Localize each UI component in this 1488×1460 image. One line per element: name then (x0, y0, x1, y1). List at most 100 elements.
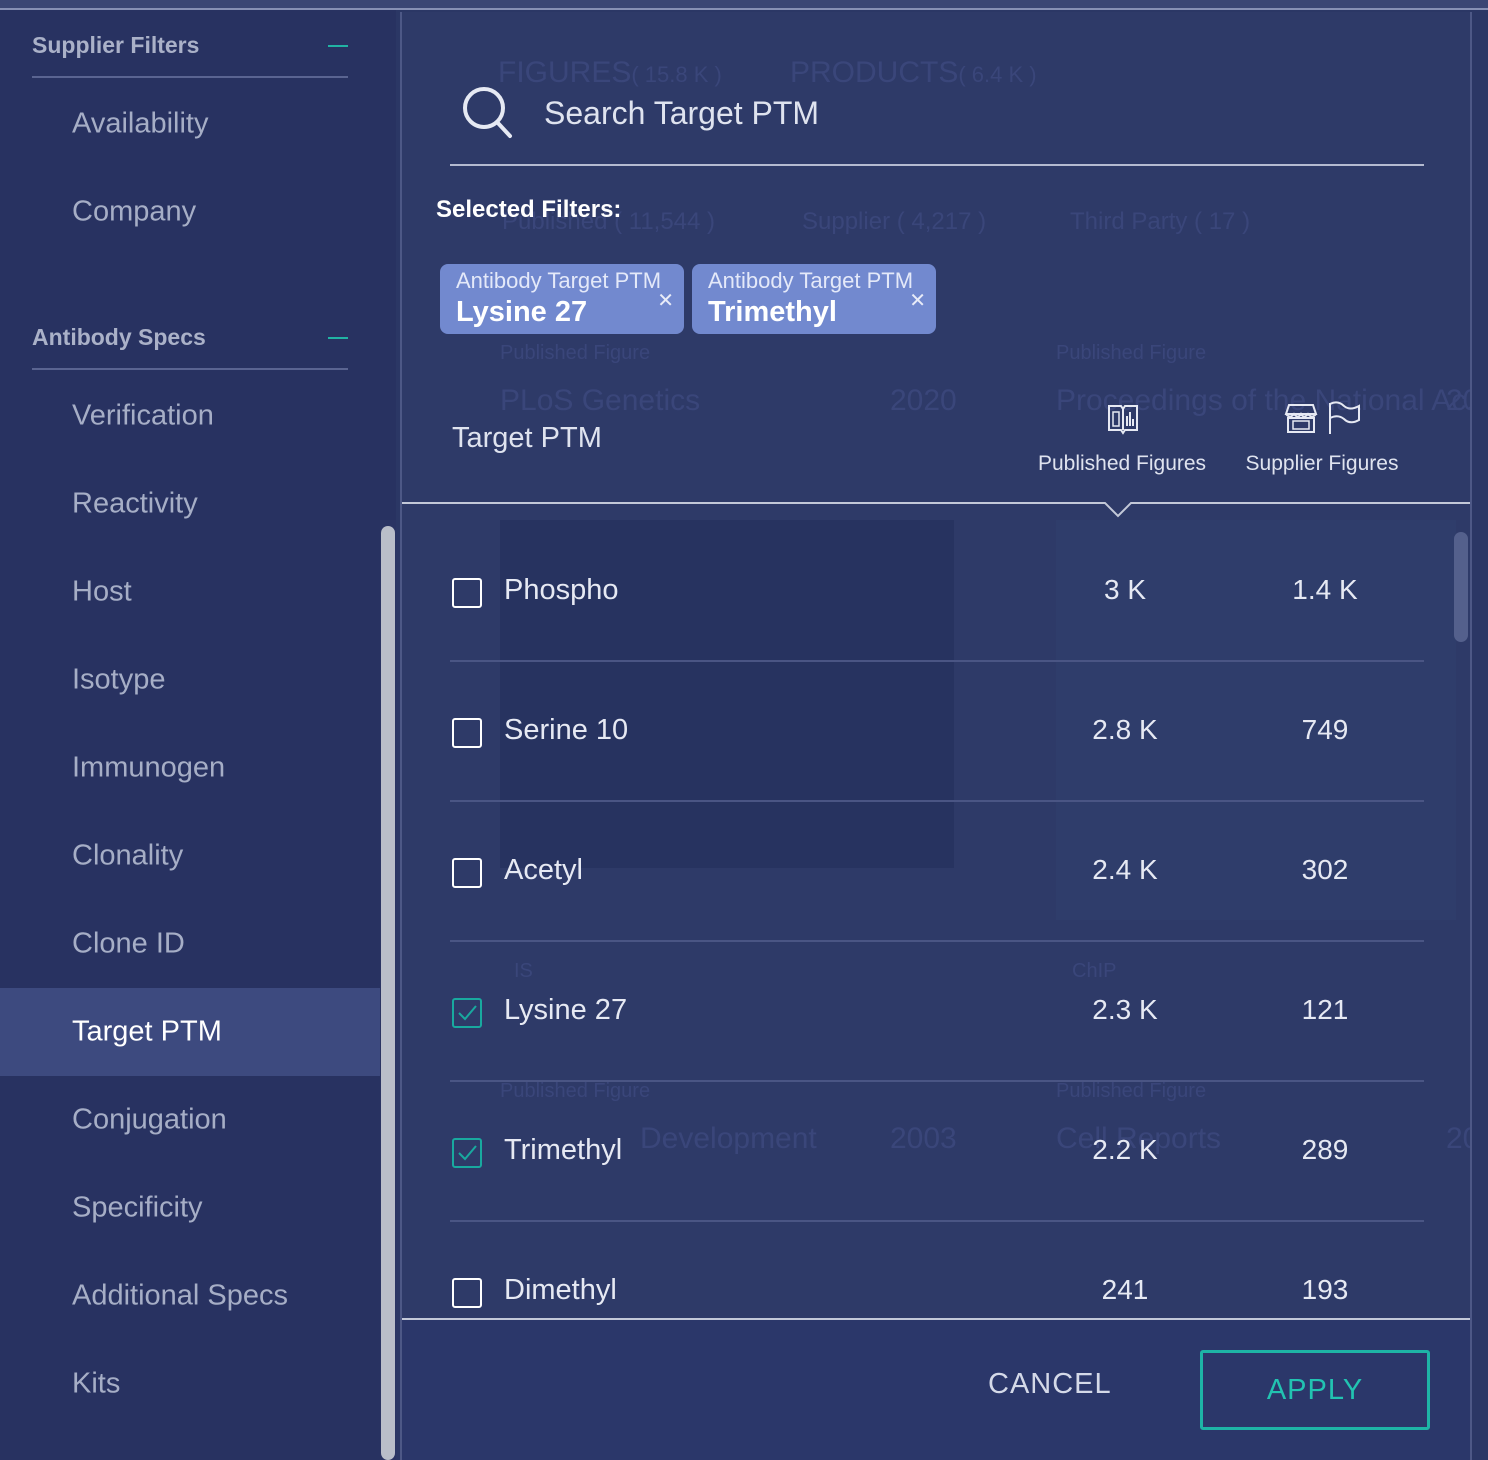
apply-button[interactable]: APPLY (1200, 1350, 1430, 1430)
collapse-icon[interactable] (328, 337, 348, 339)
sidebar-item-additional-specs[interactable]: Additional Specs (0, 1252, 380, 1340)
bg-card-journal: PLoS Genetics (500, 384, 701, 417)
sidebar-item-label: Conjugation (72, 1103, 227, 1136)
chip-category: Antibody Target PTM (456, 268, 662, 293)
sidebar-item-clone-id[interactable]: Clone ID (0, 900, 380, 988)
sidebar-item-label: Availability (72, 107, 209, 140)
list-item[interactable]: Acetyl 2.4 K 302 (450, 802, 1424, 942)
sidebar-item-label: Isotype (72, 663, 166, 696)
sidebar-item-target-ptm[interactable]: Target PTM (0, 988, 380, 1076)
option-label: Phospho (504, 574, 619, 606)
sidebar-scrollbar[interactable] (381, 526, 395, 1460)
sidebar-item-label: Specificity (72, 1191, 203, 1224)
top-border (0, 0, 1488, 10)
supplier-count: 302 (1301, 854, 1349, 885)
sidebar-item-kits[interactable]: Kits (0, 1340, 380, 1428)
antibody-specs-header[interactable]: Antibody Specs (32, 310, 348, 370)
sidebar-item-host[interactable]: Host (0, 548, 380, 636)
sidebar-item-immunogen[interactable]: Immunogen (0, 724, 380, 812)
option-label: Acetyl (504, 854, 583, 886)
sidebar-item-reactivity[interactable]: Reactivity (0, 460, 380, 548)
bg-filter-count: ( 11,544 ) (614, 208, 716, 235)
option-label: Dimethyl (504, 1274, 617, 1306)
published-count: 2.4 K (1092, 854, 1158, 885)
sidebar-item-label: Company (72, 195, 197, 228)
filter-chip-trimethyl[interactable]: Antibody Target PTM Trimethyl ✕ (692, 264, 936, 334)
sidebar-item-label: Reactivity (72, 487, 198, 520)
store-icon (1284, 404, 1318, 433)
published-count: 3 K (1103, 574, 1147, 605)
sidebar-item-label: Kits (72, 1367, 121, 1400)
bg-filter-label: Third Party (1070, 208, 1188, 235)
ptm-option-list: Phospho 3 K 1.4 K Serine 10 2.8 K 749 Ac… (402, 504, 1470, 1318)
bg-filter-count: ( 4,217 ) (896, 208, 987, 235)
list-item[interactable]: Lysine 27 2.3 K 121 (450, 942, 1424, 1082)
close-icon[interactable]: ✕ (657, 288, 674, 313)
supplier-count: 193 (1301, 1274, 1349, 1305)
modal-footer: CANCEL APPLY (402, 1318, 1470, 1460)
published-count: 241 (1101, 1274, 1149, 1305)
cancel-button[interactable]: CANCEL (988, 1368, 1112, 1401)
supplier-filters-header[interactable]: Supplier Filters (32, 18, 348, 78)
antibody-specs-title: Antibody Specs (32, 324, 206, 350)
supplier-count: 121 (1301, 994, 1349, 1025)
sidebar-item-label: Immunogen (72, 751, 226, 784)
search-input[interactable] (544, 90, 1404, 136)
checkbox[interactable] (452, 858, 482, 888)
published-figures-header[interactable]: Published Figures (1022, 452, 1222, 476)
filter-sidebar: Supplier Filters Availability Company An… (0, 10, 396, 1460)
sidebar-item-availability[interactable]: Availability (0, 80, 380, 168)
bg-card-year: 20 (1446, 384, 1470, 417)
sidebar-item-isotype[interactable]: Isotype (0, 636, 380, 724)
published-count: 2.2 K (1092, 1134, 1158, 1165)
option-label: Serine 10 (504, 714, 629, 746)
bg-filter-label: Supplier (802, 208, 891, 235)
selected-filters-label: Selected Filters: (436, 196, 622, 223)
sidebar-item-specificity[interactable]: Specificity (0, 1164, 380, 1252)
sidebar-item-label: Verification (72, 399, 214, 432)
close-icon[interactable]: ✕ (909, 288, 926, 313)
list-item[interactable]: Serine 10 2.8 K 749 (450, 662, 1424, 802)
supplier-figures-header[interactable]: Supplier Figures (1222, 452, 1422, 476)
published-figures-icon (1108, 405, 1138, 435)
checkbox[interactable] (452, 998, 482, 1028)
bg-filter-third-party: Third Party ( 17 ) (1070, 208, 1250, 236)
sidebar-item-label: Additional Specs (72, 1279, 289, 1312)
list-item[interactable]: Phospho 3 K 1.4 K (450, 522, 1424, 662)
bg-card-year: 2020 (890, 384, 957, 417)
search-icon (463, 87, 512, 138)
checkbox[interactable] (452, 1278, 482, 1308)
sidebar-item-company[interactable]: Company (0, 168, 380, 256)
sidebar-item-label: Host (72, 575, 132, 608)
supplier-count: 289 (1301, 1134, 1349, 1165)
sidebar-item-clonality[interactable]: Clonality (0, 812, 380, 900)
bg-card-kind: Published Figure (500, 342, 651, 364)
list-item[interactable]: Dimethyl 241 193 (450, 1222, 1424, 1318)
chip-value: Lysine 27 (456, 296, 588, 328)
sidebar-item-conjugation[interactable]: Conjugation (0, 1076, 380, 1164)
check-icon (458, 1145, 477, 1161)
check-icon (458, 1005, 477, 1021)
bg-filter-supplier: Supplier ( 4,217 ) (802, 208, 986, 236)
collapse-icon[interactable] (328, 45, 348, 47)
sidebar-item-label: Clonality (72, 839, 184, 872)
supplier-count: 749 (1301, 714, 1349, 745)
list-item[interactable]: Trimethyl 2.2 K 289 (450, 1082, 1424, 1222)
sidebar-item-verification[interactable]: Verification (0, 372, 380, 460)
bg-card-kind: Published Figure (1056, 342, 1207, 364)
target-ptm-column-label: Target PTM (452, 422, 602, 454)
list-scrollbar[interactable] (1454, 532, 1468, 642)
target-ptm-modal: FIGURES( 15.8 K ) PRODUCTS( 6.4 K ) Publ… (400, 12, 1472, 1460)
checkbox[interactable] (452, 718, 482, 748)
sidebar-item-label: Clone ID (72, 927, 185, 960)
published-count: 2.3 K (1092, 994, 1158, 1025)
filter-chip-lysine-27[interactable]: Antibody Target PTM Lysine 27 ✕ (440, 264, 684, 334)
search-bar (450, 72, 1424, 166)
flag-icon (1329, 401, 1360, 434)
published-count: 2.8 K (1092, 714, 1158, 745)
sidebar-item-label: Target PTM (72, 1015, 222, 1048)
checkbox[interactable] (452, 1138, 482, 1168)
option-label: Trimethyl (504, 1134, 623, 1166)
checkbox[interactable] (452, 578, 482, 608)
supplier-filters-title: Supplier Filters (32, 32, 200, 58)
